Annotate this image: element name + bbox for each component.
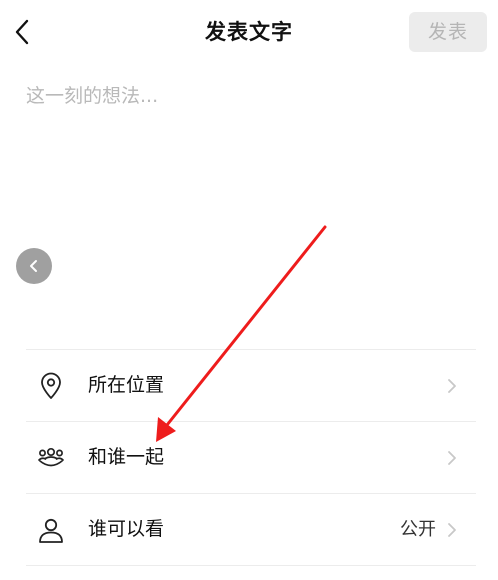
top-nav-bar: 发表文字 发表	[0, 0, 498, 64]
chevron-right-icon	[448, 379, 456, 393]
with-whom-option-label: 和谁一起	[88, 446, 165, 468]
publish-button[interactable]: 发表	[409, 12, 487, 52]
visibility-option-label: 谁可以看	[88, 518, 165, 540]
location-option-label: 所在位置	[88, 374, 165, 396]
chevron-right-icon	[448, 451, 456, 465]
chevron-left-icon	[30, 260, 37, 272]
person-icon	[39, 518, 63, 543]
chevron-right-icon	[448, 523, 456, 537]
post-text-input[interactable]	[26, 80, 472, 230]
visibility-value: 公开	[400, 519, 436, 540]
people-together-icon	[38, 447, 64, 467]
collapse-toolbar-button[interactable]	[16, 248, 52, 284]
location-option[interactable]: 所在位置	[26, 350, 476, 422]
post-options-list: 所在位置 和谁一起 谁可以看 公开	[26, 349, 476, 566]
visibility-option[interactable]: 谁可以看 公开	[26, 494, 476, 566]
with-whom-option[interactable]: 和谁一起	[26, 422, 476, 494]
location-pin-icon	[41, 372, 61, 399]
